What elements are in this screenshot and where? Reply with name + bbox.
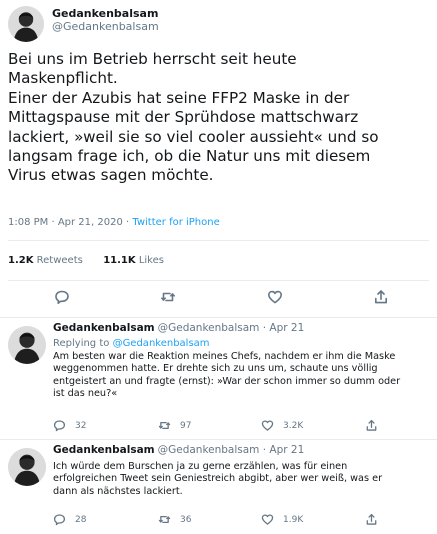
tweet-actions	[0, 289, 437, 305]
tweet-text-line: Bei uns im Betrieb herrscht seit heute	[8, 50, 297, 68]
like-count: 1.9K	[283, 514, 304, 525]
like-button[interactable]: 3.2K	[261, 419, 303, 432]
retweet-icon	[158, 422, 171, 429]
reply-actions: 32 97 3.2K	[53, 419, 423, 433]
author-name[interactable]: Gedankenbalsam	[53, 322, 155, 334]
avatar-image	[8, 6, 44, 42]
reply-header: Gedankenbalsam @Gedankenbalsam · Apr 21	[53, 444, 431, 457]
retweet-button[interactable]: 36	[158, 513, 191, 526]
reply-icon	[53, 420, 66, 432]
tweet-text-line: langsam frage ich, ob die Natur uns mit …	[8, 147, 371, 166]
avatar-image	[8, 448, 46, 486]
divider	[8, 280, 429, 281]
reply-text-line: weggenommen hatte. Er drehte sich zu uns…	[53, 363, 378, 375]
share-icon	[366, 513, 377, 525]
replying-to-handle[interactable]: @Gedankenbalsam	[113, 338, 210, 349]
avatar[interactable]	[8, 448, 46, 486]
retweet-icon[interactable]	[160, 289, 176, 305]
tweet-text-line: Mittagspause mit der Sprühdose mattschwa…	[8, 108, 359, 127]
tweet-text-line: lackiert, »weil sie so viel cooler aussi…	[8, 127, 379, 146]
tweet-text: Bei uns im Betrieb herrscht seit heute M…	[8, 50, 430, 186]
author-handle[interactable]: @Gedankenbalsam · Apr 21	[158, 322, 305, 334]
reply-text-line: Ich würde dem Burschen ja zu gerne erzäh…	[53, 461, 348, 472]
avatar-image	[8, 326, 46, 364]
share-icon[interactable]	[373, 289, 389, 305]
likes-stat[interactable]: 11.1K Likes	[103, 255, 164, 266]
retweets-count: 1.2K	[8, 255, 34, 266]
share-button[interactable]	[365, 419, 378, 432]
replying-to-label: Replying to	[53, 338, 113, 349]
like-icon[interactable]	[267, 289, 283, 305]
like-count: 3.2K	[283, 420, 304, 431]
main-tweet-header: Gedankenbalsam @Gedankenbalsam	[8, 6, 159, 42]
replying-to: Replying to @Gedankenbalsam	[53, 337, 431, 350]
main-tweet: Gedankenbalsam @Gedankenbalsam Bei uns i…	[0, 0, 437, 318]
timestamp[interactable]: 1:08 PM · Apr 21, 2020 ·	[8, 217, 132, 228]
tweet-text-line: Maskenpflicht.	[8, 69, 118, 88]
share-button[interactable]	[365, 513, 378, 526]
reply-button[interactable]: 32	[53, 419, 86, 432]
retweets-stat[interactable]: 1.2K Retweets	[8, 255, 83, 266]
reply-text: Ich würde dem Burschen ja zu gerne erzäh…	[53, 461, 431, 498]
reply-tweet[interactable]: Gedankenbalsam @Gedankenbalsam · Apr 21 R…	[0, 318, 437, 440]
like-icon	[261, 420, 274, 431]
reply-count: 32	[75, 420, 87, 431]
author-handle[interactable]: @Gedankenbalsam	[52, 20, 159, 34]
retweet-button[interactable]: 97	[158, 419, 191, 432]
retweets-label: Retweets	[36, 255, 83, 266]
retweet-count: 36	[180, 514, 192, 525]
retweet-count: 97	[180, 420, 192, 431]
reply-text-line: dann als nächstes lackiert.	[53, 485, 183, 497]
reply-count: 28	[75, 514, 87, 525]
reply-text-line: entgeistert an und fragte (ernst): »War …	[53, 375, 401, 387]
reply-button[interactable]: 28	[53, 513, 86, 526]
reply-text-line: ist das neu?«	[53, 388, 118, 400]
reply-text: Am besten war die Reaktion meines Chefs,…	[53, 351, 431, 401]
avatar[interactable]	[8, 326, 46, 364]
like-button[interactable]: 1.9K	[261, 513, 303, 526]
like-icon	[261, 514, 274, 525]
author-name[interactable]: Gedankenbalsam	[53, 444, 155, 456]
retweet-icon	[158, 516, 171, 523]
tweet-text-line: Virus etwas sagen möchte.	[8, 166, 214, 185]
share-icon	[366, 419, 377, 431]
reply-actions: 28 36 1.9K	[53, 513, 423, 527]
reply-text-line: erfolgreichen Tweet sein Geniestreich ab…	[53, 473, 383, 485]
likes-label: Likes	[138, 255, 164, 266]
likes-count: 11.1K	[103, 255, 136, 266]
divider	[8, 240, 429, 241]
author-handle[interactable]: @Gedankenbalsam · Apr 21	[158, 444, 305, 456]
source-link[interactable]: Twitter for iPhone	[132, 217, 219, 228]
author-name[interactable]: Gedankenbalsam	[52, 7, 159, 20]
reply-icon	[53, 514, 66, 526]
reply-icon[interactable]	[54, 289, 70, 305]
tweet-stats: 1.2K Retweets 11.1K Likes	[8, 255, 164, 266]
reply-header: Gedankenbalsam @Gedankenbalsam · Apr 21	[53, 322, 431, 335]
tweet-meta: 1:08 PM · Apr 21, 2020 · Twitter for iPh…	[8, 217, 220, 228]
reply-tweet[interactable]: Gedankenbalsam @Gedankenbalsam · Apr 21 I…	[0, 440, 437, 534]
tweet-text-line: Einer der Azubis hat seine FFP2 Maske in…	[8, 88, 350, 107]
reply-text-line: Am besten war die Reaktion meines Chefs,…	[53, 351, 396, 362]
avatar[interactable]	[8, 6, 44, 42]
